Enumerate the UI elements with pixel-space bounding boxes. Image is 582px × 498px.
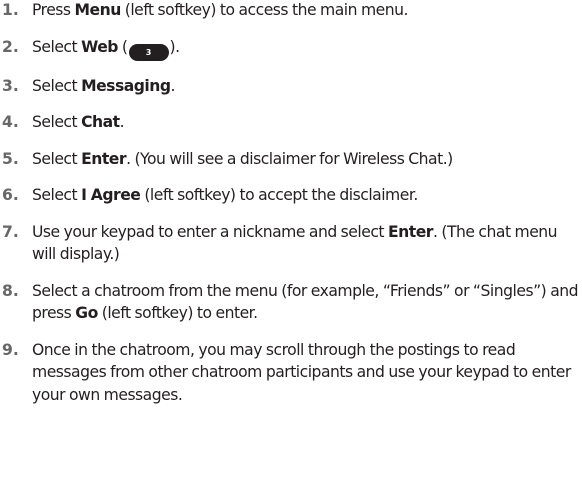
step-text: ( <box>117 37 128 56</box>
step-9: 9. Once in the chatroom, you may scroll t… <box>0 339 582 407</box>
step-text: (left softkey) to accept the disclaimer. <box>140 186 418 204</box>
step-1: 1. Press Menu (left softkey) to access th… <box>0 0 582 22</box>
step-text: Select <box>32 186 82 204</box>
step-text: Select <box>32 37 82 56</box>
step-number: 3. <box>2 76 19 95</box>
step-text: . (You will see a disclaimer for Wireles… <box>126 149 453 168</box>
step-number: 6. <box>2 186 19 204</box>
step-text: (left softkey) to access the main menu. <box>120 1 409 19</box>
step-number: 8. <box>2 281 19 300</box>
menu-term: Menu <box>74 1 122 19</box>
step-number: 1. <box>2 1 19 19</box>
menu-term: I Agree <box>81 186 141 204</box>
step-5: 5. Select Enter. (You will see a disclaim… <box>0 148 582 171</box>
step-3: 3. Select Messaging. <box>0 75 582 98</box>
step-text: (left softkey) to enter. <box>97 304 258 322</box>
step-2: 2. Select Web (3). <box>0 36 582 61</box>
step-4: 4. Select Chat. <box>0 111 582 134</box>
step-text: Use your keypad to enter a nickname and … <box>32 222 388 241</box>
menu-term: Chat <box>81 113 120 131</box>
menu-term: Go <box>75 304 98 322</box>
step-6: 6. Select I Agree (left softkey) to accep… <box>0 184 582 207</box>
keypad-3-key-icon: 3 <box>128 43 169 61</box>
menu-term: Web <box>81 37 118 56</box>
step-text: Select <box>32 113 82 131</box>
step-text: Select <box>32 149 82 168</box>
step-number: 9. <box>2 340 19 359</box>
step-number: 2. <box>2 37 19 56</box>
instruction-list: 1. Press Menu (left softkey) to access th… <box>0 0 582 406</box>
step-text: Select <box>32 76 82 95</box>
menu-term: Enter <box>387 222 433 241</box>
step-number: 4. <box>2 113 19 131</box>
menu-term: Messaging <box>81 76 171 95</box>
step-text: . <box>170 76 176 95</box>
menu-term: Enter <box>81 149 127 168</box>
step-text: ). <box>169 37 181 56</box>
step-number: 5. <box>2 149 19 168</box>
step-7: 7. Use your keypad to enter a nickname an… <box>0 221 582 266</box>
step-text: Once in the chatroom, you may scroll thr… <box>32 340 571 404</box>
step-text: Press <box>32 1 75 19</box>
step-number: 7. <box>2 222 19 241</box>
step-text: . <box>119 113 125 131</box>
step-8: 8. Select a chatroom from the menu (for e… <box>0 280 582 325</box>
